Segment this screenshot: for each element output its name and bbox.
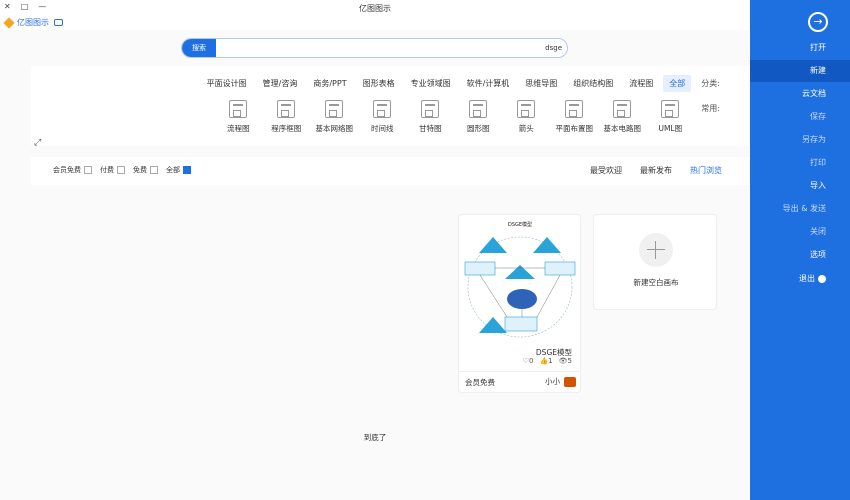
template-card[interactable]: DSGE模型 DSGE模型 👁5 👍1 ♡0 小小 会员免费 xyxy=(458,214,581,393)
author-name: 小小 xyxy=(545,377,560,386)
arrow-icon xyxy=(517,100,536,118)
price-filters: 全部 免费 付费 会员免费 xyxy=(53,165,191,175)
common-program-flow[interactable]: 程序框图 xyxy=(263,100,309,134)
common-gantt[interactable]: 甘特图 xyxy=(407,100,453,134)
plus-icon xyxy=(639,233,673,267)
template-stats: 👁5 👍1 ♡0 xyxy=(523,357,572,365)
circuit-icon xyxy=(613,100,632,118)
exit-icon xyxy=(818,274,826,283)
category-label: 分类: xyxy=(701,79,720,88)
brand-bar: 亿图图示 xyxy=(0,16,750,30)
filter-free[interactable]: 免费 xyxy=(133,165,158,175)
category-graphic-table[interactable]: 图形表格 xyxy=(357,75,401,92)
new-blank-canvas-card[interactable]: 新建空白画布 xyxy=(593,214,717,310)
common-arrow[interactable]: 箭头 xyxy=(503,100,549,134)
category-management[interactable]: 管理/咨询 xyxy=(257,75,304,92)
category-flowchart[interactable]: 流程图 xyxy=(623,75,659,92)
views-stat: 👁5 xyxy=(558,357,572,365)
category-row: 分类: 全部 流程图 组织结构图 思维导图 软件/计算机 专业领域图 图形表格 … xyxy=(197,75,720,92)
checkbox[interactable] xyxy=(150,166,158,174)
exit-label: 退出 xyxy=(799,274,815,283)
common-row: 常用: UML图 基本电路图 平面布置图 箭头 圆形图 甘特图 时间线 基本网络… xyxy=(213,100,720,134)
sidebar-item-import[interactable]: 导入 xyxy=(750,175,850,197)
diagram-title: DSGE模型 xyxy=(508,221,532,228)
floor-plan-icon xyxy=(565,100,584,118)
circle-diagram-icon xyxy=(469,100,488,118)
brand-name: 亿图图示 xyxy=(17,18,49,27)
checkbox[interactable] xyxy=(84,166,92,174)
sidebar-item-print[interactable]: 打印 xyxy=(750,152,850,174)
new-blank-canvas-label: 新建空白画布 xyxy=(633,278,679,287)
file-menu-sidebar: → 打开 新建 云文档 保存 另存为 打印 导入 导出 & 发送 关闭 选项 退… xyxy=(750,0,850,500)
network-icon xyxy=(325,100,344,118)
template-author[interactable]: 小小 xyxy=(545,376,576,387)
checkbox-checked[interactable] xyxy=(183,166,191,174)
template-price: 会员免费 xyxy=(465,378,495,387)
gantt-icon xyxy=(421,100,440,118)
sidebar-item-save-as[interactable]: 另存为 xyxy=(750,129,850,151)
sidebar-item-exit[interactable]: 退出 xyxy=(750,268,850,290)
sidebar-item-options[interactable]: 选项 xyxy=(750,244,850,266)
expand-icon[interactable]: ⤢ xyxy=(34,138,41,148)
sidebar-item-cloud-docs[interactable]: 云文档 xyxy=(750,83,850,105)
common-uml[interactable]: UML图 xyxy=(647,100,693,134)
chat-icon[interactable] xyxy=(54,19,63,26)
common-network[interactable]: 基本网络图 xyxy=(311,100,357,134)
sidebar-item-close[interactable]: 关闭 xyxy=(750,221,850,243)
flowchart-icon xyxy=(229,100,248,118)
filter-all[interactable]: 全部 xyxy=(166,165,191,175)
sidebar-item-open[interactable]: 打开 xyxy=(750,37,850,59)
timeline-icon xyxy=(373,100,392,118)
search-bar: 搜索 xyxy=(181,38,568,58)
search-button[interactable]: 搜索 xyxy=(182,39,216,57)
common-flowchart[interactable]: 流程图 xyxy=(215,100,261,134)
category-panel: 分类: 全部 流程图 组织结构图 思维导图 软件/计算机 专业领域图 图形表格 … xyxy=(31,66,750,148)
program-flow-icon xyxy=(277,100,296,118)
sidebar-item-new[interactable]: 新建 xyxy=(750,60,850,82)
tab-popular[interactable]: 最受欢迎 xyxy=(590,165,622,176)
sort-bar: 热门浏览 最新发布 最受欢迎 全部 免费 付费 会员免费 xyxy=(31,157,750,185)
category-org-chart[interactable]: 组织结构图 xyxy=(567,75,619,92)
category-software[interactable]: 软件/计算机 xyxy=(461,75,516,92)
vip-diamond-icon xyxy=(3,16,15,29)
tab-latest[interactable]: 最新发布 xyxy=(640,165,672,176)
filter-paid[interactable]: 付费 xyxy=(100,165,125,175)
sort-tabs: 热门浏览 最新发布 最受欢迎 xyxy=(590,165,722,176)
checkbox[interactable] xyxy=(117,166,125,174)
category-professional[interactable]: 专业领域图 xyxy=(405,75,457,92)
favorites-stat[interactable]: ♡0 xyxy=(523,357,534,365)
thumbs-up-icon: 👍 xyxy=(539,357,549,365)
search-input[interactable] xyxy=(222,41,562,55)
common-floor-plan[interactable]: 平面布置图 xyxy=(551,100,597,134)
avatar xyxy=(564,376,576,387)
category-all[interactable]: 全部 xyxy=(663,75,692,92)
likes-stat[interactable]: 👍1 xyxy=(539,357,552,365)
common-circle[interactable]: 圆形图 xyxy=(455,100,501,134)
tab-hot[interactable]: 热门浏览 xyxy=(690,165,722,176)
title-bar: ✕ □ — 亿图图示 xyxy=(0,0,750,16)
card-divider xyxy=(459,371,580,372)
common-label: 常用: xyxy=(701,104,720,113)
sidebar-item-save[interactable]: 保存 xyxy=(750,106,850,128)
category-business[interactable]: 商务/PPT xyxy=(307,75,352,92)
uml-icon xyxy=(661,100,680,118)
common-timeline[interactable]: 时间线 xyxy=(359,100,405,134)
back-arrow-icon[interactable]: → xyxy=(808,12,828,32)
eye-icon: 👁 xyxy=(558,357,568,365)
sidebar-item-export-send[interactable]: 导出 & 发送 xyxy=(750,198,850,220)
common-basic-circuit[interactable]: 基本电路图 xyxy=(599,100,645,134)
category-mind-map[interactable]: 思维导图 xyxy=(519,75,563,92)
window-title: 亿图图示 xyxy=(359,4,391,13)
filter-member-free[interactable]: 会员免费 xyxy=(53,165,92,175)
brand-menu[interactable]: 亿图图示 xyxy=(3,16,63,29)
category-graphic-design[interactable]: 平面设计图 xyxy=(201,75,253,92)
end-of-list-note: 到底了 xyxy=(363,433,387,442)
template-thumbnail: DSGE模型 xyxy=(464,221,576,338)
